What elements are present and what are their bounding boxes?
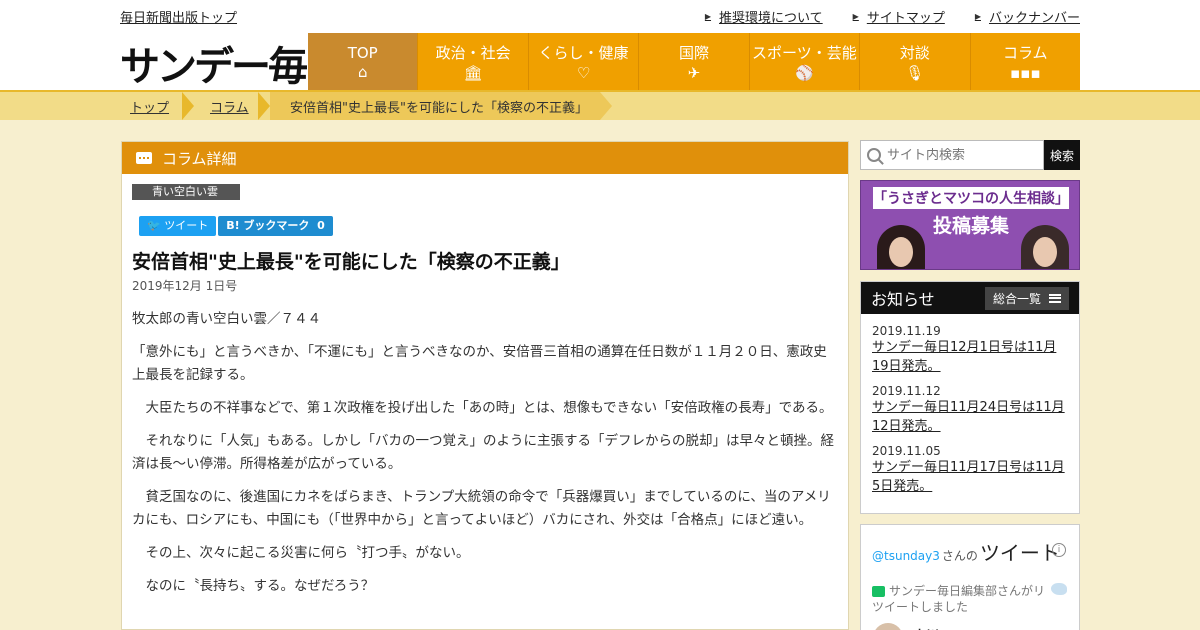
breadcrumb-separator xyxy=(182,92,194,120)
article-paragraph: 貧乏国なのに、後進国にカネをばらまき、トランプ大統領の命令で「兵器爆買い」までし… xyxy=(132,489,831,528)
search-button[interactable]: 検索 xyxy=(1044,140,1080,170)
article-paragraph: なのに〝長持ち〟する。なぜだろう？ xyxy=(132,578,375,594)
news-panel: お知らせ 総合一覧 2019.11.19 サンデー毎日12月1日号は11月19日… xyxy=(860,281,1080,514)
news-item: 2019.11.12 サンデー毎日11月24日号は11月12日発売。 xyxy=(872,384,1069,436)
article-title: 安倍首相"史上最長"を可能にした「検察の不正義」 xyxy=(132,251,570,273)
article-paragraph: その上、次々に起こる災害に何ら〝打つ手〟がない。 xyxy=(132,545,470,561)
breadcrumb-top[interactable]: トップ xyxy=(130,92,169,120)
news-link[interactable]: サンデー毎日11月17日号は11月5日発売。 xyxy=(872,458,1069,496)
publisher-top-link[interactable]: 毎日新聞出版トップ xyxy=(120,7,237,26)
retweet-notice: サンデー毎日編集部さんがリツイートしました xyxy=(872,584,1046,614)
article-body: 牧太郎の青い空白い雲／７４４ 「意外にも」と言うべきか、「不運にも」と言うべきな… xyxy=(132,308,834,608)
section-title: コラム詳細 xyxy=(162,149,237,168)
banner-title: 「うさぎとマツコの人生相談」 xyxy=(873,187,1069,209)
nav-top[interactable]: TOP ⌂ xyxy=(308,33,419,90)
sitemap-link[interactable]: ▶ サイトマップ xyxy=(853,7,945,26)
nav-column[interactable]: コラム ▪▪▪ xyxy=(970,33,1080,90)
triangle-icon: ▶ xyxy=(852,12,859,21)
news-date: 2019.11.05 xyxy=(872,444,941,458)
nav-sports-entertainment[interactable]: スポーツ・芸能 ⚾ xyxy=(749,33,861,90)
twitter-handle[interactable]: @tsunday3 xyxy=(872,549,940,563)
retweet-icon xyxy=(872,586,885,597)
article-paragraph: 牧太郎の青い空白い雲／７４４ xyxy=(132,311,321,327)
info-icon[interactable]: i xyxy=(1052,543,1066,557)
recommended-env-link[interactable]: ▶ 推奨環境について xyxy=(705,7,823,26)
twitter-heading: ツイート xyxy=(979,541,1060,565)
article-paragraph: 大臣たちの不祥事などで、第１次政権を投げ出した「あの時」とは、想像もできない「安… xyxy=(132,400,833,416)
main-content: コラム詳細 青い空白い雲 🐦 ツイート B! ブックマーク 0 安倍首相"史上最… xyxy=(121,141,849,630)
building-icon: 🏛 xyxy=(463,64,483,82)
breadcrumb-separator xyxy=(258,92,270,120)
twitter-bird-icon xyxy=(1051,583,1067,595)
nav-politics-society[interactable]: 政治・社会 🏛 xyxy=(418,33,529,90)
article-date: 2019年12月 1日号 xyxy=(132,279,238,293)
twitter-header: @tsunday3 さんの ツイート xyxy=(872,537,1060,566)
news-header: お知らせ 総合一覧 xyxy=(861,282,1079,314)
news-link[interactable]: サンデー毎日11月24日号は11月12日発売。 xyxy=(872,398,1069,436)
breadcrumb-column[interactable]: コラム xyxy=(210,92,249,120)
news-item: 2019.11.05 サンデー毎日11月17日号は11月5日発売。 xyxy=(872,444,1069,496)
share-buttons: 🐦 ツイート B! ブックマーク 0 xyxy=(139,216,333,236)
twitter-bird-icon: 🐦 xyxy=(147,219,165,232)
article-paragraph: 「意外にも」と言うべきか、「不運にも」と言うべきなのか、安倍晋三首相の通算在任日… xyxy=(132,344,827,383)
triangle-icon: ▶ xyxy=(974,12,981,21)
news-title: お知らせ xyxy=(871,290,935,309)
news-item: 2019.11.19 サンデー毎日12月1日号は11月19日発売。 xyxy=(872,324,1069,376)
airplane-icon: ✈ xyxy=(687,64,701,82)
tweet-user-name[interactable]: 小川 xyxy=(913,625,939,630)
news-date: 2019.11.19 xyxy=(872,324,941,338)
search-icon xyxy=(867,148,881,162)
news-date: 2019.11.12 xyxy=(872,384,941,398)
nav-life-health[interactable]: くらし・健康 ♡ xyxy=(528,33,640,90)
search-box xyxy=(860,140,1044,170)
tweet-button[interactable]: 🐦 ツイート xyxy=(139,216,217,236)
hatena-bookmark-button[interactable]: B! ブックマーク 0 xyxy=(218,216,333,236)
microphone-icon: 🎙 xyxy=(905,64,925,82)
portrait-image xyxy=(1021,225,1069,269)
news-list: 2019.11.19 サンデー毎日12月1日号は11月19日発売。 2019.1… xyxy=(861,314,1079,496)
global-nav: TOP ⌂ 政治・社会 🏛 くらし・健康 ♡ 国際 ✈ スポーツ・芸能 ⚾ 対談 🎙 コラム… xyxy=(308,33,1080,90)
search-input[interactable] xyxy=(887,147,1037,163)
section-header: コラム詳細 xyxy=(122,142,848,174)
chat-bubble-icon xyxy=(136,152,152,164)
news-all-button[interactable]: 総合一覧 xyxy=(984,286,1069,310)
consultation-banner[interactable]: 「うさぎとマツコの人生相談」 投稿募集 xyxy=(860,180,1080,270)
home-icon: ⌂ xyxy=(357,62,368,81)
menu-icon xyxy=(1049,293,1061,303)
nav-interview[interactable]: 対談 🎙 xyxy=(860,33,971,90)
heart-icon: ♡ xyxy=(576,64,591,82)
utility-links: ▶ 推奨環境について ▶ サイトマップ ▶ バックナンバー xyxy=(705,7,1080,26)
article-paragraph: それなりに「人気」もある。しかし「バカの一つ覚え」のように主張する「デフレからの… xyxy=(132,433,834,472)
avatar[interactable] xyxy=(873,623,903,630)
breadcrumb-current: 安倍首相"史上最長"を可能にした「検察の不正義」 xyxy=(290,100,588,116)
back-number-link[interactable]: ▶ バックナンバー xyxy=(975,7,1080,26)
chat-bubble-icon: ▪▪▪ xyxy=(1009,64,1041,82)
breadcrumb-separator xyxy=(600,92,612,120)
portrait-image xyxy=(877,225,925,269)
twitter-suffix: さんの xyxy=(941,549,978,563)
news-link[interactable]: サンデー毎日12月1日号は11月19日発売。 xyxy=(872,338,1069,376)
twitter-widget: @tsunday3 さんの ツイート i サンデー毎日編集部さんがリツイートしま… xyxy=(860,524,1080,630)
nav-international[interactable]: 国際 ✈ xyxy=(639,33,750,90)
breadcrumb: トップ コラム 安倍首相"史上最長"を可能にした「検察の不正義」 xyxy=(0,90,1200,120)
sports-icon: ⚾ xyxy=(795,64,814,82)
category-tag[interactable]: 青い空白い雲 xyxy=(132,184,240,200)
hatena-count: 0 xyxy=(317,219,325,232)
triangle-icon: ▶ xyxy=(704,12,712,21)
